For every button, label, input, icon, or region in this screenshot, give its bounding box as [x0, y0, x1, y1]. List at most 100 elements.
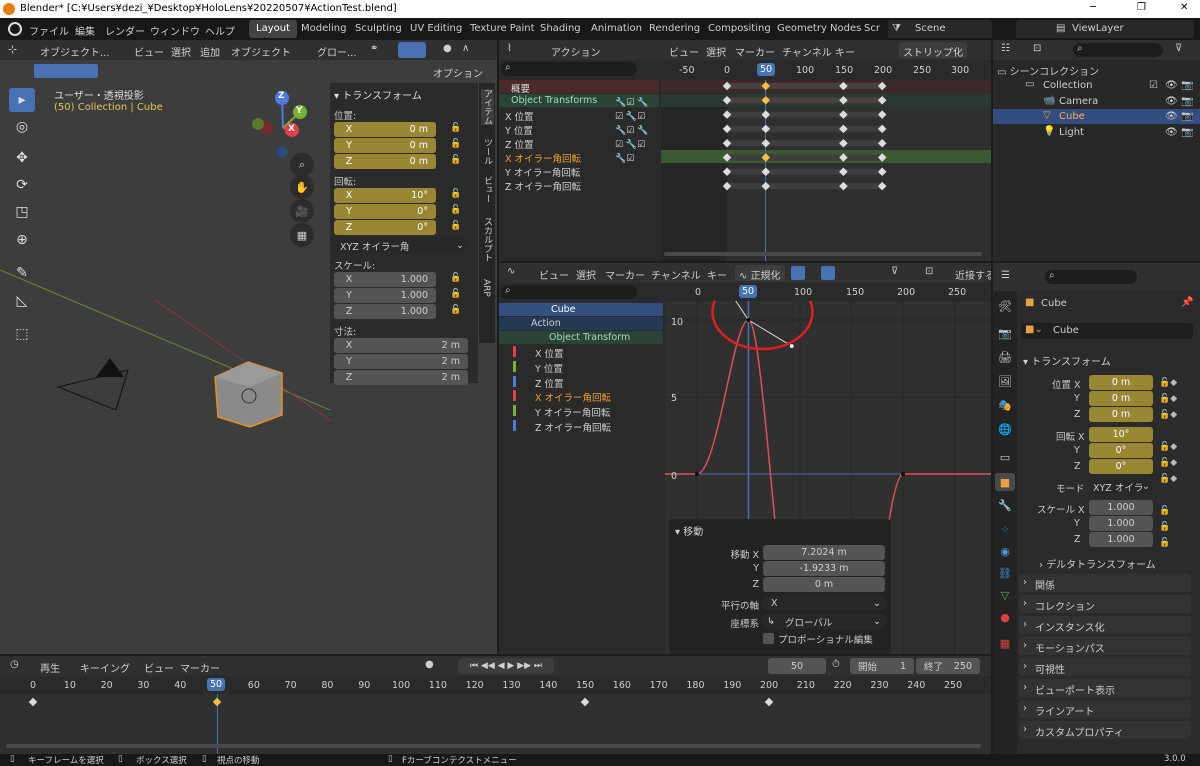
scene-tab-icon[interactable]: 🎭 [997, 397, 1013, 413]
object-mode-dropdown[interactable]: オブジェクト... [40, 44, 110, 59]
particles-tab-icon[interactable]: ⁘ [997, 521, 1013, 537]
ge-menu-marker[interactable]: マーカー [605, 267, 645, 282]
tl-menu-view[interactable]: ビュー [144, 660, 174, 675]
panel-viewport-display[interactable]: › ビューポート表示 [1019, 679, 1191, 697]
ds-scrollbar[interactable] [664, 252, 982, 256]
ge-channel-row[interactable]: Z 位置 [499, 375, 663, 390]
ds-menu-marker[interactable]: マーカー [735, 44, 775, 59]
current-frame-field[interactable]: 50 [768, 658, 826, 674]
prop-scale-x[interactable]: 1.000 [1089, 500, 1153, 515]
camera-render-icon[interactable]: 📷 [1181, 96, 1193, 107]
menu-edit[interactable]: 編集 [75, 23, 95, 38]
tl-menu-keying[interactable]: キーイング [80, 660, 130, 675]
timeline-editor-icon[interactable]: ◷ [10, 659, 19, 670]
pan-hand-icon[interactable]: ✋ [290, 175, 314, 199]
end-frame-field[interactable]: 終了 250 [916, 658, 980, 674]
add-cube-tool[interactable]: ⬚ [9, 322, 35, 346]
ge-menu-key[interactable]: キー [707, 267, 727, 282]
ds-summary-row[interactable]: 概要 [499, 80, 659, 95]
lock-icon[interactable]: 🔓 [450, 123, 462, 135]
viewport-3d[interactable]: ⊹ オブジェクト... ビュー 選択 追加 オブジェクト グロー... ⚭ ● … [0, 40, 497, 654]
zoom-icon[interactable]: ⌕ [290, 153, 314, 177]
texture-tab-icon[interactable]: ▦ [997, 635, 1013, 651]
collection-tab-icon[interactable]: ▭ [997, 449, 1013, 465]
viewport-menu-select[interactable]: 選択 [171, 44, 191, 59]
rotate-tool[interactable]: ⟳ [9, 173, 35, 197]
outliner-row-camera[interactable]: 📹 Camera 👁 📷 [993, 94, 1200, 109]
falloff-icon[interactable]: ∧ [462, 43, 469, 54]
tab-layout[interactable]: Layout [249, 20, 297, 38]
playback-controls[interactable]: ⏮ ◀◀ ◀ ▶ ▶▶ ⏭ [458, 658, 554, 674]
tab-texture-paint[interactable]: Texture Paint [470, 23, 535, 34]
tool-tab-icon[interactable]: 🛠 [997, 298, 1013, 314]
blender-menu-icon[interactable] [8, 22, 22, 36]
outliner-row-light[interactable]: 💡 Light 👁 📷 [993, 125, 1200, 140]
record-icon[interactable]: ● [425, 659, 434, 670]
panel-line-art[interactable]: › ラインアート [1019, 700, 1191, 718]
checkbox-icon[interactable]: ☑ [1149, 80, 1158, 91]
prop-lock-column[interactable]: 🔓◆ 🔓◆ 🔓◆ 🔓◆ 🔓◆ 🔓◆ 🔓 🔓 🔓 [1159, 375, 1193, 548]
push-down-button[interactable]: ストリップ化 [899, 42, 967, 59]
ge-channel-row[interactable]: Y オイラー角回転 [499, 404, 663, 419]
lock-icon[interactable]: 🔓 [450, 305, 462, 317]
ds-keyframes[interactable] [661, 80, 991, 261]
tl-current-frame[interactable]: 50 [207, 678, 226, 691]
filter-icon[interactable]: ⊽ [891, 266, 898, 277]
ds-menu-select[interactable]: 選択 [706, 44, 726, 59]
outliner-search-input[interactable]: ⌕ [1073, 43, 1163, 57]
move-tool[interactable]: ✥ [9, 146, 35, 170]
tl-keyframe[interactable] [580, 697, 590, 707]
lock-icon[interactable]: 🔓 [450, 289, 462, 301]
prop-location-y[interactable]: 0 m [1089, 391, 1153, 406]
viewlayer-selector[interactable]: ▤ ViewLayer [1016, 20, 1194, 38]
move-x-field[interactable]: 7.2024 m [763, 545, 885, 560]
prop-scale-y[interactable]: 1.000 [1089, 516, 1153, 531]
tab-modeling[interactable]: Modeling [301, 23, 347, 34]
viewport-menu-add[interactable]: 追加 [200, 44, 220, 59]
lock-icon[interactable]: 🔓 [450, 189, 462, 201]
camera-view-icon[interactable]: 🎥 [290, 199, 314, 223]
ge-channel-row[interactable]: X オイラー角回転 [499, 389, 663, 404]
tab-rendering[interactable]: Rendering [649, 23, 700, 34]
menu-render[interactable]: レンダー [105, 23, 145, 38]
snap-icon[interactable] [398, 42, 426, 58]
eye-icon[interactable]: 👁 [1165, 80, 1178, 91]
render-tab-icon[interactable]: 📷 [997, 325, 1013, 341]
collapse-chevron-icon[interactable]: ▾ [675, 527, 683, 538]
menu-window[interactable]: ウィンドウ [150, 23, 200, 38]
viewport-menu-object[interactable]: オブジェクト [231, 44, 291, 59]
prop-rotation-x[interactable]: 10° [1089, 427, 1153, 442]
location-x-field[interactable]: X 0 m [334, 122, 436, 137]
tab-animation[interactable]: Animation [591, 23, 642, 34]
cursor-tool[interactable]: ◎ [9, 115, 35, 139]
normalize-toggle[interactable]: ∿ 正規化 [735, 265, 785, 282]
tl-menu-playback[interactable]: 再生 [40, 660, 60, 675]
ge-menu-channel[interactable]: チャンネル [651, 267, 701, 282]
tab-uv-editing[interactable]: UV Editing [410, 23, 462, 34]
ge-menu-view[interactable]: ビュー [539, 267, 569, 282]
scene-collection-row[interactable]: ▭ シーンコレクション [997, 63, 1099, 78]
snap-mode-dropdown[interactable]: 近接する [955, 267, 991, 282]
ge-channel-row[interactable]: X 位置 [499, 345, 663, 360]
tab-view[interactable]: ビュー [481, 176, 494, 203]
output-tab-icon[interactable]: 🖨 [997, 349, 1013, 365]
ge-group-row[interactable]: Object Transform [499, 331, 663, 344]
pin-icon[interactable]: 📌 [1181, 297, 1193, 308]
filter-icon[interactable]: ⊽ [1175, 43, 1182, 54]
camera-render-icon[interactable]: 📷 [1181, 127, 1193, 138]
tab-geometry-nodes[interactable]: Geometry Nodes [777, 23, 861, 34]
physics-tab-icon[interactable]: ◉ [997, 543, 1013, 559]
view-layer-tab-icon[interactable]: 🖼 [997, 373, 1013, 389]
tab-sculpting[interactable]: Sculpting [355, 23, 402, 34]
modifier-tab-icon[interactable]: 🔧 [997, 497, 1013, 513]
proportional-checkbox[interactable] [763, 633, 774, 644]
viewport-options[interactable]: オプション [433, 65, 483, 80]
rotation-z-field[interactable]: Z 0° [334, 220, 436, 235]
prop-rotation-y[interactable]: 0° [1089, 443, 1153, 458]
ge-current-frame[interactable]: 50 [739, 285, 758, 298]
fcurve-handle-key[interactable] [788, 343, 795, 350]
pivot-icon[interactable]: ⊡ [925, 266, 933, 277]
dimensions-y-field[interactable]: Y 2 m [334, 354, 468, 369]
ge-object-row[interactable]: Cube [499, 303, 663, 316]
ge-menu-select[interactable]: 選択 [576, 267, 596, 282]
